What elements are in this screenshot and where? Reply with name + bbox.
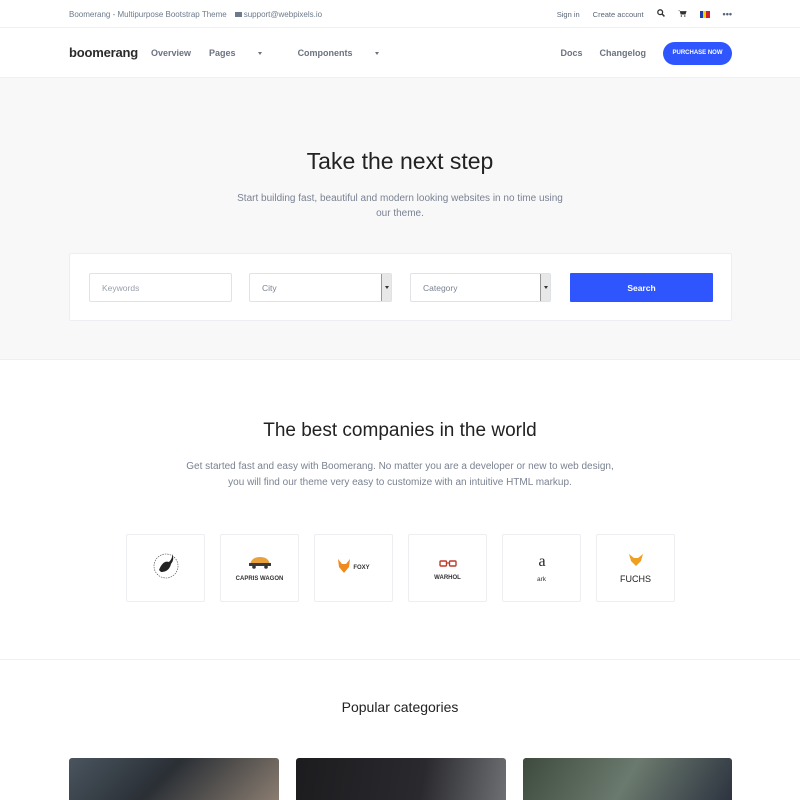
- city-select[interactable]: City: [249, 273, 392, 302]
- wagon-icon: [245, 555, 275, 574]
- purchase-now-button[interactable]: PURCHASE NOW: [663, 41, 732, 65]
- category-select[interactable]: Category: [410, 273, 551, 302]
- company-logo-card[interactable]: CAPRIS WAGON: [220, 534, 299, 602]
- select-arrow-icon: [540, 274, 550, 301]
- caret-down-icon: [374, 52, 379, 56]
- nav-docs[interactable]: Docs: [560, 48, 582, 58]
- top-bar: Boomerang - Multipurpose Bootstrap Theme…: [0, 0, 800, 28]
- company-logo-name: CAPRIS WAGON: [235, 575, 284, 582]
- svg-text:a: a: [538, 553, 545, 569]
- hero-title: Take the next step: [306, 148, 494, 174]
- nav-pages-dropdown[interactable]: Pages: [209, 48, 280, 58]
- company-logo-card[interactable]: WARHOL: [408, 534, 487, 602]
- hero-subtitle: Start building fast, beautiful and moder…: [237, 193, 563, 219]
- nav-pages-label: Pages: [209, 48, 236, 58]
- companies-title: The best companies in the world: [263, 420, 537, 441]
- nav-components-label: Components: [297, 48, 353, 58]
- fox-logo: FOXY: [337, 558, 370, 579]
- ark-a-icon: a: [535, 553, 549, 574]
- keywords-input[interactable]: Keywords: [89, 273, 232, 302]
- caret-down-icon: [257, 52, 262, 56]
- main-navbar: boomerang Overview Pages Components Docs…: [0, 28, 800, 78]
- category-select-value: Category: [423, 282, 458, 293]
- company-logo-card[interactable]: a ark: [502, 534, 581, 602]
- search-card: Keywords City Category Search: [69, 253, 732, 321]
- support-email: support@webpixels.io: [243, 9, 323, 19]
- select-arrow-icon: [381, 274, 391, 301]
- nav-overview[interactable]: Overview: [151, 48, 191, 58]
- flag-ro-icon[interactable]: [699, 10, 710, 18]
- hero-section: Take the next step Start building fast, …: [0, 78, 800, 360]
- search-button[interactable]: Search: [570, 273, 713, 302]
- company-logo-name: FUCHS: [620, 573, 651, 584]
- whale-icon: [149, 550, 183, 587]
- fox-icon: [337, 558, 351, 579]
- company-logo-name: WARHOL: [434, 575, 461, 581]
- nav-changelog[interactable]: Changelog: [600, 48, 647, 58]
- glasses-icon: [438, 555, 457, 573]
- company-logo-card[interactable]: FUCHS: [596, 534, 675, 602]
- site-title: Boomerang - Multipurpose Bootstrap Theme: [69, 9, 227, 19]
- cart-icon[interactable]: [677, 9, 687, 19]
- category-card-image[interactable]: [296, 758, 506, 800]
- company-logo-name: FOXY: [353, 565, 370, 571]
- sign-in-link[interactable]: Sign in: [557, 10, 580, 19]
- search-icon[interactable]: [656, 9, 665, 19]
- company-logo-name: ark: [536, 576, 547, 583]
- brand-logo[interactable]: boomerang: [69, 45, 138, 60]
- more-dots-icon[interactable]: •••: [723, 9, 732, 19]
- fox-head-icon: [628, 553, 644, 572]
- company-logo-card[interactable]: [126, 534, 205, 602]
- companies-subtitle: Get started fast and easy with Boomerang…: [186, 461, 614, 488]
- city-select-value: City: [262, 282, 277, 293]
- support-email-link[interactable]: support@webpixels.io: [234, 9, 323, 19]
- category-card-image[interactable]: [69, 758, 279, 800]
- nav-components-dropdown[interactable]: Components: [298, 48, 397, 58]
- envelope-icon: [234, 11, 242, 17]
- category-card-image[interactable]: [523, 758, 732, 800]
- company-logo-card[interactable]: FOXY: [314, 534, 393, 602]
- section-divider: [0, 659, 800, 660]
- create-account-link[interactable]: Create account: [593, 10, 644, 19]
- popular-categories-title: Popular categories: [341, 699, 459, 715]
